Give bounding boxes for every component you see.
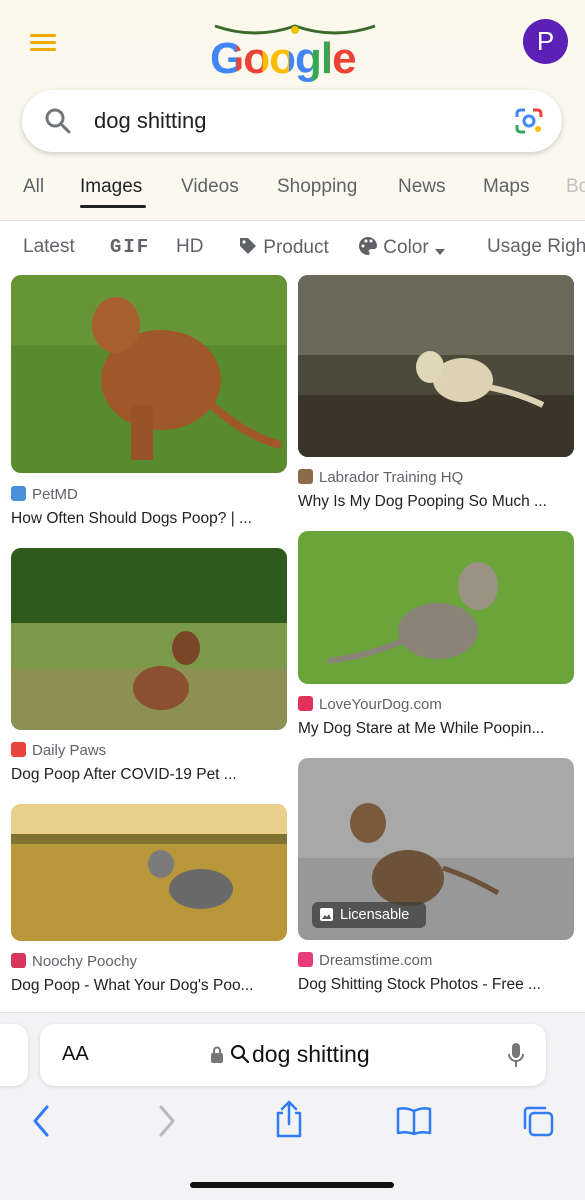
result-title[interactable]: Dog Shitting Stock Photos - Free ... [298,976,574,994]
dreamstime-favicon-icon [298,952,313,967]
result-source-label: Labrador Training HQ [319,469,464,486]
tabs-icon[interactable] [521,1104,555,1138]
result-source: Daily Paws [11,742,106,759]
result-source-label: Dreamstime.com [319,952,433,969]
google-lens-icon[interactable] [514,107,544,135]
result-title[interactable]: Why Is My Dog Pooping So Much ... [298,493,574,511]
tab-all[interactable]: All [23,176,44,198]
dog-photo [11,804,287,941]
image-icon [320,908,333,921]
dog-photo [11,548,287,730]
search-icon [45,108,71,134]
chip-gif[interactable]: GIF [110,236,150,258]
licensable-badge[interactable]: Licensable [312,902,426,928]
microphone-icon[interactable] [508,1042,524,1068]
back-icon[interactable] [30,1104,52,1138]
petmd-favicon-icon [11,486,26,501]
result-title[interactable]: Dog Poop - What Your Dog's Poo... [11,977,287,995]
search-icon [231,1045,250,1064]
result-source-label: Daily Paws [32,742,107,759]
chip-usage-rights[interactable]: Usage Righ [487,236,585,258]
search-query[interactable]: dog shitting [94,108,207,134]
account-avatar[interactable]: P [523,19,568,64]
tab-books[interactable]: Bo [566,176,585,198]
tag-icon [240,238,256,254]
bookmarks-icon[interactable] [396,1106,432,1136]
result-title[interactable]: My Dog Stare at Me While Poopin... [298,720,574,738]
licensable-label: Licensable [340,907,410,923]
palette-icon [359,237,377,255]
address-bar[interactable]: AA dog shitting [40,1024,546,1086]
tab-news[interactable]: News [398,176,446,198]
active-tab-indicator [80,205,146,208]
labrador-favicon-icon [298,469,313,484]
tab-shopping[interactable]: Shopping [277,176,357,198]
loveyourdog-favicon-icon [298,696,313,711]
dropdown-arrow-icon [434,249,445,255]
chip-latest[interactable]: Latest [23,236,75,258]
result-source: LoveYourDog.com [298,696,442,713]
result-source-label: PetMD [32,486,78,503]
daily-paws-favicon-icon [11,742,26,757]
result-source-label: Noochy Poochy [32,953,138,970]
address-text[interactable]: dog shitting [252,1041,370,1068]
chip-color[interactable]: Color [358,236,446,259]
result-image[interactable] [11,548,287,730]
lock-icon [211,1046,223,1063]
tab-images[interactable]: Images [80,176,142,198]
google-doodle-logo[interactable]: Google [210,18,380,83]
result-image[interactable] [298,531,574,684]
result-source: PetMD [11,486,78,503]
result-image[interactable] [11,275,287,473]
result-image[interactable] [11,804,287,941]
previous-tab-preview[interactable] [0,1024,28,1086]
chip-hd[interactable]: HD [176,236,203,258]
chip-product[interactable]: Product [238,236,329,259]
result-source: Dreamstime.com [298,952,432,969]
tab-maps[interactable]: Maps [483,176,529,198]
share-icon[interactable] [274,1100,304,1138]
logo-text: Google [210,34,357,83]
result-title[interactable]: Dog Poop After COVID-19 Pet ... [11,766,287,784]
search-box[interactable]: dog shitting [22,90,562,152]
result-image[interactable] [298,275,574,457]
result-source-label: LoveYourDog.com [319,696,442,713]
tab-videos[interactable]: Videos [181,176,239,198]
result-source: Labrador Training HQ [298,469,463,486]
result-title[interactable]: How Often Should Dogs Poop? | ... [11,510,287,528]
chip-color-label: Color [383,237,429,258]
dog-photo [298,531,574,684]
filter-chips: Latest GIF HD Product Color Usage Righ [0,221,585,273]
dog-photo [298,275,574,457]
dog-photo [11,275,287,473]
chip-product-label: Product [263,237,329,258]
home-indicator [190,1182,394,1188]
text-size-button[interactable]: AA [62,1043,89,1066]
result-source: Noochy Poochy [11,953,137,970]
noochy-poochy-favicon-icon [11,953,26,968]
search-tabs: All Images Videos Shopping News Maps Bo [0,160,585,218]
forward-icon[interactable] [156,1104,178,1138]
menu-icon[interactable] [30,34,56,52]
